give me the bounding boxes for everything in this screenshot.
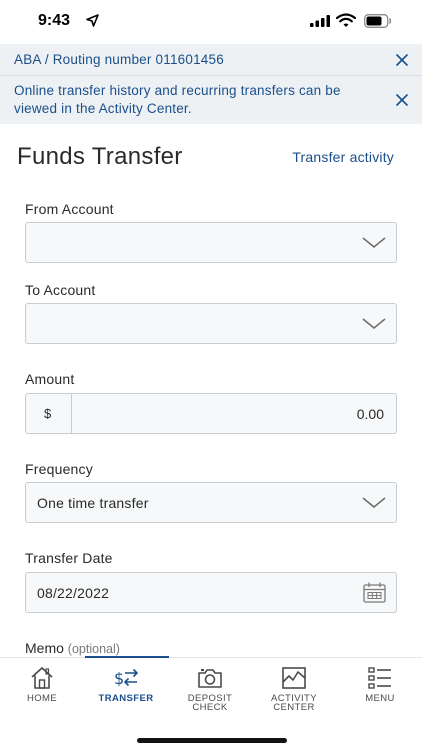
amount-input[interactable]: $ 0.00: [25, 393, 397, 434]
currency-prefix: $: [26, 394, 72, 433]
currency-symbol: $: [44, 406, 52, 421]
status-time: 9:43: [38, 12, 71, 29]
nav-activity-line2: CENTER: [273, 702, 315, 713]
amount-label: Amount: [25, 371, 75, 387]
transfer-date-value: 08/22/2022: [37, 585, 110, 601]
frequency-select[interactable]: One time transfer: [25, 482, 397, 523]
activity-info-text: Online transfer history and recurring tr…: [14, 83, 341, 116]
nav-deposit-check-label: DEPOSIT CHECK: [168, 694, 252, 713]
memo-label: Memo (optional): [25, 640, 120, 656]
memo-label-text: Memo: [25, 640, 64, 656]
nav-deposit-check[interactable]: DEPOSIT CHECK: [168, 658, 252, 728]
bottom-navigation: HOME $ TRANSFER DEPOSIT CHECK ACTIVITY C…: [0, 657, 422, 750]
nav-home-label: HOME: [26, 693, 58, 704]
chevron-down-icon: [362, 237, 386, 248]
active-tab-indicator: [85, 656, 169, 658]
cellular-signal-icon: [310, 15, 330, 27]
home-icon: [31, 666, 53, 689]
nav-deposit-line2: CHECK: [192, 702, 228, 713]
memo-optional-text: (optional): [67, 642, 120, 656]
amount-value: 0.00: [356, 406, 384, 422]
routing-number-banner: ABA / Routing number 011601456: [0, 44, 422, 76]
transfer-icon: $: [114, 668, 139, 688]
nav-activity-center[interactable]: ACTIVITY CENTER: [252, 658, 336, 728]
menu-list-icon: [368, 667, 391, 689]
page-title: Funds Transfer: [17, 143, 183, 170]
nav-transfer-label: TRANSFER: [98, 693, 154, 704]
chevron-down-icon: [362, 318, 386, 329]
calendar-icon[interactable]: [363, 582, 386, 603]
transfer-date-input[interactable]: 08/22/2022: [25, 572, 397, 613]
transfer-date-label: Transfer Date: [25, 550, 113, 566]
home-indicator[interactable]: [137, 738, 287, 743]
nav-activity-center-label: ACTIVITY CENTER: [252, 694, 336, 713]
wifi-icon: [336, 13, 356, 27]
location-arrow-icon: [86, 14, 99, 27]
routing-number-text: ABA / Routing number 011601456: [14, 52, 224, 67]
chevron-down-icon: [362, 497, 386, 508]
from-account-label: From Account: [25, 201, 114, 217]
activity-chart-icon: [282, 667, 306, 689]
activity-info-banner: Online transfer history and recurring tr…: [0, 76, 422, 124]
svg-text:$: $: [114, 669, 124, 688]
close-icon[interactable]: [396, 94, 408, 106]
frequency-value: One time transfer: [37, 495, 149, 511]
frequency-label: Frequency: [25, 461, 93, 477]
from-account-select[interactable]: [25, 222, 397, 263]
to-account-label: To Account: [25, 282, 96, 298]
nav-menu-label: MENU: [365, 693, 395, 704]
nav-menu[interactable]: MENU: [338, 658, 422, 728]
nav-transfer[interactable]: $ TRANSFER: [84, 658, 168, 728]
status-bar: 9:43: [0, 0, 422, 44]
camera-icon: [198, 669, 222, 688]
to-account-select[interactable]: [25, 303, 397, 344]
battery-icon: [364, 14, 392, 28]
transfer-activity-link[interactable]: Transfer activity: [292, 149, 394, 165]
close-icon[interactable]: [396, 54, 408, 66]
nav-home[interactable]: HOME: [0, 658, 84, 728]
